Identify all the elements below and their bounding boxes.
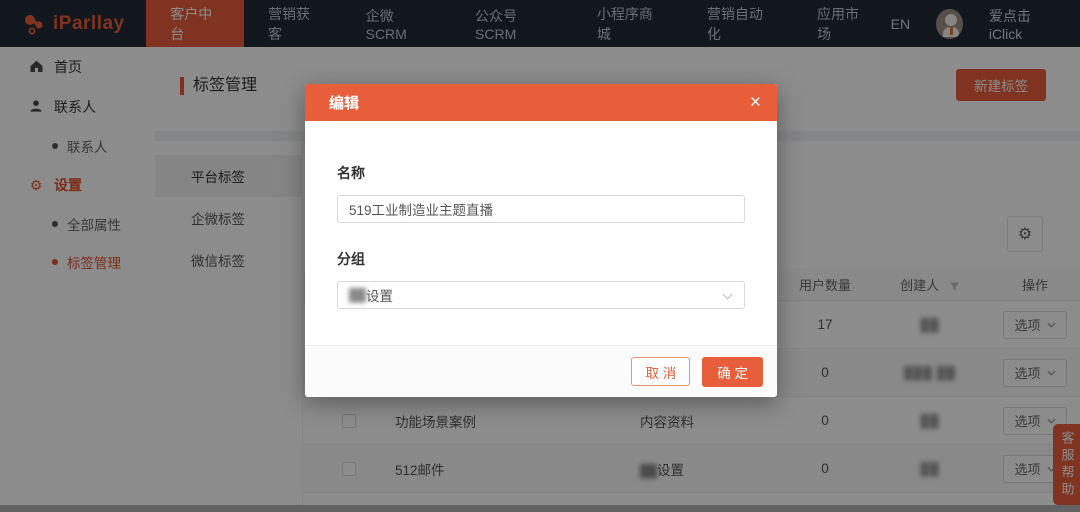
cancel-button[interactable]: 取 消 — [631, 357, 691, 386]
group-value-redacted: ██ — [349, 288, 367, 302]
name-field-label: 名称 — [337, 165, 365, 181]
chevron-down-icon — [722, 288, 733, 303]
app-window: iParllay 客户中台 营销获客 企微SCRM 公众号SCRM 小程序商城 … — [0, 0, 1080, 512]
modal-title: 编辑 — [329, 95, 360, 112]
name-input[interactable] — [337, 195, 745, 223]
group-value: 设置 — [366, 289, 394, 304]
modal-header: 编辑 × — [305, 84, 777, 121]
modal-footer: 取 消 确 定 — [305, 345, 777, 397]
edit-tag-modal: 编辑 × 名称 分组 ██ 设置 取 消 确 定 — [305, 84, 777, 397]
close-icon[interactable]: × — [750, 93, 761, 112]
group-field-label: 分组 — [337, 251, 365, 267]
modal-body: 名称 分组 ██ 设置 — [305, 121, 777, 309]
confirm-button[interactable]: 确 定 — [702, 356, 763, 387]
group-select[interactable]: ██ 设置 — [337, 281, 745, 309]
